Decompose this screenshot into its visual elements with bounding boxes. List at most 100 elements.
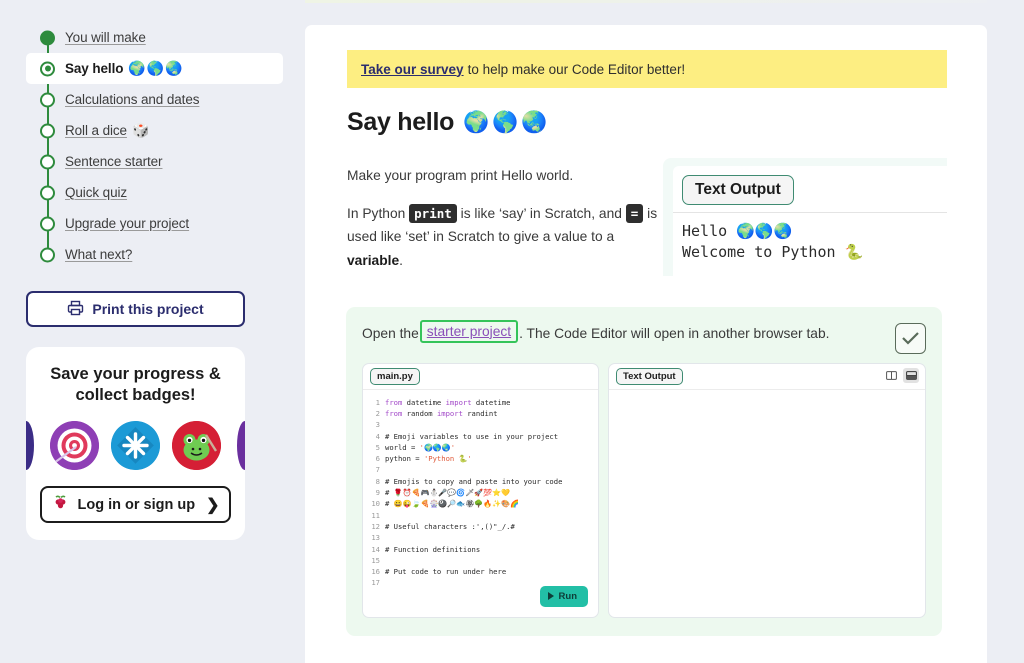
tab-text-output[interactable]: Text Output: [616, 367, 683, 385]
task-rest-text: . The Code Editor will open in another b…: [519, 325, 830, 341]
print-this-project-button[interactable]: Print this project: [26, 291, 245, 327]
code-line: 2 from random import randint: [363, 408, 598, 419]
sidebar-item-quick-quiz[interactable]: Quick quiz: [26, 177, 277, 208]
play-icon: [547, 592, 554, 601]
output-preview-tab[interactable]: Text Output: [682, 175, 794, 205]
badge-partial-right[interactable]: [237, 421, 245, 471]
save-progress-card: Save your progress & collect badges! Log…: [26, 347, 245, 541]
line-source: # Emoji variables to use in your project: [385, 431, 559, 441]
step-label: Upgrade your project: [65, 216, 190, 231]
line-number: 5: [375, 442, 380, 452]
line-source: # Useful characters :',()"_/.#: [385, 521, 515, 531]
p2-bold-variable: variable: [347, 252, 400, 268]
project-steps-nav: You will make Say hello 🌍🌎🌏 Calculations…: [26, 22, 283, 270]
frog-badge-icon[interactable]: [172, 421, 221, 471]
line-number: 1: [375, 397, 380, 407]
output-preview-text: Hello 🌍🌎🌏 Welcome to Python 🐍: [682, 205, 947, 264]
right-gutter: [987, 0, 1024, 663]
line-source: python = 'Python 🐍': [385, 454, 472, 464]
line-number: 16: [371, 567, 380, 577]
line-number: 8: [375, 476, 380, 486]
log-in-or-sign-up-button[interactable]: Log in or sign up ❯: [40, 486, 231, 524]
code-line: 5 world = '🌍🌎🌏': [363, 442, 598, 453]
line-number: 9: [375, 488, 380, 498]
output-line-2: Welcome to Python 🐍: [682, 243, 864, 262]
line-number: 13: [371, 533, 380, 543]
code-line: 7: [363, 464, 598, 475]
line-number: 10: [371, 499, 380, 509]
code-line: 15: [363, 555, 598, 566]
sidebar-item-upgrade-your-project[interactable]: Upgrade your project: [26, 208, 277, 239]
code-line: 6 python = 'Python 🐍': [363, 453, 598, 464]
line-number: 12: [371, 521, 380, 531]
globe-emoji: 🌍🌎🌏: [463, 110, 551, 134]
step-label: What next?: [65, 247, 133, 262]
code-lines[interactable]: 1 from datetime import datetime 2 from ran…: [363, 390, 598, 617]
starter-project-link[interactable]: starter project: [427, 324, 511, 339]
code-line: 16 # Put code to run under here: [363, 566, 598, 577]
snowflake-badge-icon[interactable]: [111, 421, 160, 471]
page-title-text: Say hello: [347, 108, 455, 136]
line-source: from datetime import datetime: [385, 397, 511, 407]
output-pane: Text Output: [608, 362, 926, 618]
line-source: # 😀😜🍃🍕🎡🎱🔎🐟🏵🌳🔥✨🎨🌈: [385, 499, 520, 509]
step-dot-icon: [40, 247, 55, 262]
print-button-label: Print this project: [92, 301, 204, 317]
badge-carousel[interactable]: [26, 421, 245, 471]
embedded-code-editor: main.py 1 from datetime import datetime 2…: [362, 362, 926, 618]
target-badge-icon[interactable]: [50, 421, 99, 471]
step-dot-icon: [40, 61, 55, 76]
line-source: # 🌹⏰🍕🎮⛄🎤💬🌀🗡🚀💯⭐💛: [385, 488, 511, 498]
task-lead-text: Open the: [362, 325, 419, 341]
line-number: 4: [375, 431, 380, 441]
login-button-label: Log in or sign up: [77, 496, 196, 513]
survey-banner: Take our survey to help make our Code Ed…: [347, 50, 947, 88]
code-line: 9 # 🌹⏰🍕🎮⛄🎤💬🌀🗡🚀💯⭐💛: [363, 487, 598, 498]
line-number: 2: [375, 408, 380, 418]
inline-code-equals: =: [625, 204, 644, 224]
step-dot-icon: [40, 30, 55, 45]
sidebar-item-sentence-starter[interactable]: Sentence starter: [26, 146, 277, 177]
sidebar-item-roll-a-dice[interactable]: Roll a dice 🎲: [26, 115, 277, 146]
stacked-view-icon[interactable]: [903, 367, 919, 383]
code-line: 3: [363, 419, 598, 430]
sidebar-item-what-next[interactable]: What next?: [26, 239, 277, 270]
output-pane-tabbar: Text Output: [609, 364, 925, 390]
sidebar-item-calculations-and-dates[interactable]: Calculations and dates: [26, 84, 277, 115]
step-dot-icon: [40, 185, 55, 200]
line-number: 7: [375, 465, 380, 475]
task-panel: Open the starter project . The Code Edit…: [346, 306, 942, 636]
code-line: 12 # Useful characters :',()"_/.#: [363, 521, 598, 532]
sidebar: You will make Say hello 🌍🌎🌏 Calculations…: [0, 0, 305, 663]
line-source: from random import randint: [385, 408, 498, 418]
code-line: 1 from datetime import datetime: [363, 397, 598, 408]
sidebar-item-say-hello[interactable]: Say hello 🌍🌎🌏: [26, 53, 283, 84]
code-line: 14 # Function definitions: [363, 544, 598, 555]
run-button[interactable]: Run: [539, 585, 588, 607]
p2-part1: In Python: [347, 206, 406, 222]
code-pane: main.py 1 from datetime import datetime 2…: [362, 362, 599, 618]
code-line: 11: [363, 510, 598, 521]
code-line: 13: [363, 532, 598, 543]
page-title: Say hello 🌍🌎🌏: [347, 108, 947, 137]
check-icon: [902, 331, 919, 345]
p2-part2: is like ‘say’ in Scratch, and: [460, 206, 622, 222]
badge-partial-left[interactable]: [26, 421, 34, 471]
output-preview-panel: Text Output Hello 🌍🌎🌏 Welcome to Python …: [663, 158, 947, 276]
line-number: 11: [371, 510, 380, 520]
step-label: Calculations and dates: [65, 92, 200, 107]
line-number: 17: [371, 578, 380, 588]
take-our-survey-link[interactable]: Take our survey: [361, 62, 464, 77]
task-checkbox[interactable]: [895, 322, 926, 354]
dice-emoji: 🎲: [131, 122, 151, 138]
step-label: Roll a dice: [65, 123, 127, 138]
step-dot-icon: [40, 123, 55, 138]
step-label: Say hello: [65, 61, 124, 76]
sidebar-item-you-will-make[interactable]: You will make: [26, 22, 277, 53]
step-label: Quick quiz: [65, 185, 128, 200]
task-instruction: Open the starter project . The Code Edit…: [362, 319, 926, 354]
tab-main-py[interactable]: main.py: [370, 367, 420, 385]
page-root: You will make Say hello 🌍🌎🌏 Calculations…: [0, 0, 1024, 663]
split-view-icon[interactable]: [883, 368, 899, 383]
output-line-1: Hello 🌍🌎🌏: [682, 222, 793, 240]
